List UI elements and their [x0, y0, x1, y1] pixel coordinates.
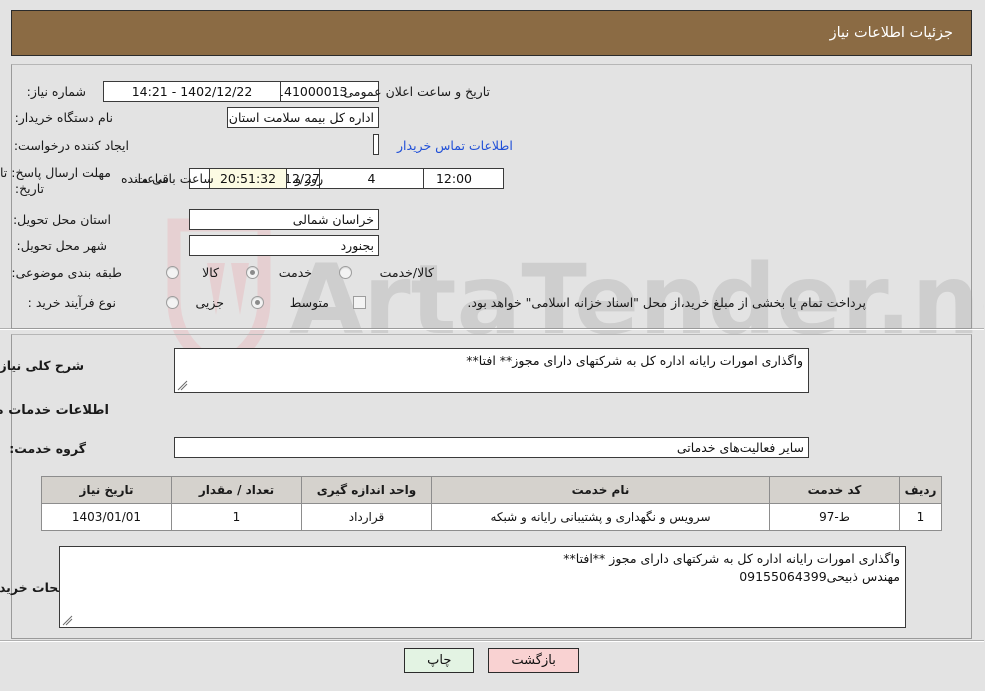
page-title: جزئیات اطلاعات نیاز: [830, 25, 954, 41]
radio-category-khedmat[interactable]: [247, 266, 260, 279]
process-label: نوع فرآیند خرید :: [28, 295, 117, 310]
public-announce-label: تاریخ و ساعت اعلان عمومی:: [340, 84, 491, 99]
buyer-org-label: نام دستگاه خریدار:: [15, 110, 114, 125]
deadline-label-line2: تاریخ:: [15, 181, 45, 196]
province-label: استان محل تحویل:: [13, 212, 112, 227]
city-value: بجنورد: [190, 235, 380, 256]
cell-row: 1: [900, 503, 943, 531]
city-label: شهر محل تحویل:: [17, 238, 108, 253]
cell-service-name: سرویس و نگهداری و پشتیبانی رایانه و شبکه: [432, 503, 771, 531]
services-table: ردیف کد خدمت نام خدمت واحد اندازه گیری ت…: [42, 476, 943, 531]
page-header: جزئیات اطلاعات نیاز: [12, 10, 973, 56]
province-value: خراسان شمالی: [190, 209, 380, 230]
countdown-value: 20:51:32: [210, 168, 288, 189]
page-root: ArtaTender.net جزئیات اطلاعات نیاز شماره…: [0, 0, 985, 691]
table-header-row: ردیف کد خدمت نام خدمت واحد اندازه گیری ت…: [42, 476, 943, 504]
public-announce-value: 1402/12/22 - 14:21: [104, 81, 282, 102]
buyer-notes-line-2: مهندس ذبیحی09155064399: [740, 569, 901, 585]
cell-service-code: ط-97: [770, 503, 901, 531]
resize-grip-icon[interactable]: [178, 380, 189, 391]
section-divider-bottom: [0, 640, 985, 642]
radio-category-kala-khedmat[interactable]: [340, 266, 353, 279]
th-service-code: کد خدمت: [770, 476, 901, 504]
radio-category-kala[interactable]: [167, 266, 180, 279]
table-row: 1 ط-97 سرویس و نگهداری و پشتیبانی رایانه…: [42, 503, 943, 531]
th-need-date: تاریخ نیاز: [42, 476, 173, 504]
radio-category-kala-khedmat-label: کالا/خدمت: [380, 265, 435, 280]
cell-need-date: 1403/01/01: [42, 503, 173, 531]
th-row: ردیف: [900, 476, 943, 504]
resize-grip-icon[interactable]: [63, 615, 74, 626]
th-service-name: نام خدمت: [432, 476, 771, 504]
buyer-contact-link[interactable]: اطلاعات تماس خریدار: [398, 138, 514, 153]
buyer-notes-textarea[interactable]: واگذاری امورات رایانه اداره کل به شرکتها…: [60, 546, 907, 628]
services-section-title: اطلاعات خدمات مورد نیاز: [0, 403, 110, 418]
th-quantity: تعداد / مقدار: [172, 476, 303, 504]
countdown-label: ساعت باقی مانده: [122, 171, 215, 186]
footer-actions: بازگشت چاپ: [0, 648, 985, 673]
service-group-value: سایر فعالیت‌های خدماتی: [175, 437, 810, 458]
days-remaining-value: 4: [320, 168, 425, 189]
requester-label: ایجاد کننده درخواست:: [14, 138, 130, 153]
summary-label: شرح کلی نیاز:: [0, 358, 85, 373]
treasury-docs-label: پرداخت تمام یا بخشی از مبلغ خرید،از محل …: [468, 295, 867, 310]
need-info-panel: [12, 64, 973, 329]
summary-text: واگذاری امورات رایانه اداره کل به شرکتها…: [467, 353, 804, 368]
th-unit: واحد اندازه گیری: [302, 476, 433, 504]
cell-quantity: 1: [172, 503, 303, 531]
print-button[interactable]: چاپ: [405, 648, 476, 673]
cell-unit: قرارداد: [302, 503, 433, 531]
category-label: طبقه بندی موضوعی:: [12, 265, 123, 280]
days-label: روز و: [296, 171, 325, 186]
buyer-notes-line-1: واگذاری امورات رایانه اداره کل به شرکتها…: [564, 551, 901, 566]
radio-category-khedmat-label: خدمت: [279, 265, 313, 280]
need-number-label: شماره نیاز:: [27, 84, 87, 99]
requester-value: بابک یزدانی کاربرداز اداره کل بیمه سلامت…: [374, 134, 380, 155]
buyer-org-value: اداره کل بیمه سلامت استان خراسان شمالی: [228, 107, 380, 128]
back-button[interactable]: بازگشت: [489, 648, 580, 673]
summary-textarea[interactable]: واگذاری امورات رایانه اداره کل به شرکتها…: [175, 348, 810, 393]
deadline-label-line1: مهلت ارسال پاسخ: تا: [1, 165, 112, 180]
service-group-label: گروه خدمت:: [10, 441, 87, 456]
radio-category-kala-label: کالا: [203, 265, 220, 280]
